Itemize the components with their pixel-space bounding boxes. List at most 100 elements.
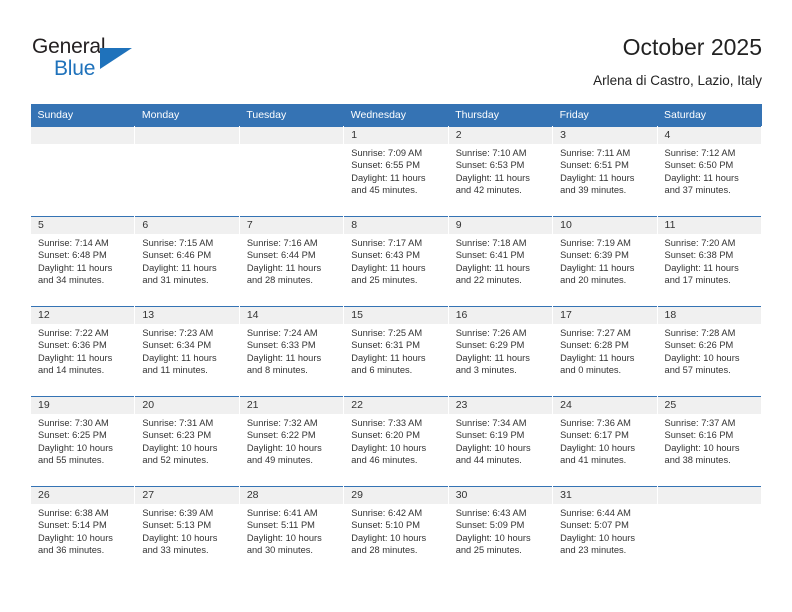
day-detail-daylight1: Daylight: 10 hours xyxy=(142,532,218,543)
calendar-day-cell[interactable]: 29 Sunrise: 6:42 AM Sunset: 5:10 PM Dayligh… xyxy=(343,486,449,577)
day-detail-sunrise: Sunrise: 7:15 AM xyxy=(142,238,214,248)
calendar-day-cell[interactable]: 7 Sunrise: 7:16 AM Sunset: 6:44 PM Daylight… xyxy=(238,216,345,307)
day-details: Sunrise: 7:12 AM Sunset: 6:50 PM Daylight:… xyxy=(658,144,761,197)
calendar-day-cell[interactable]: 5 Sunrise: 7:14 AM Sunset: 6:48 PM Daylight… xyxy=(29,216,136,307)
day-details: Sunrise: 7:20 AM Sunset: 6:38 PM Daylight:… xyxy=(658,234,761,287)
day-number: 2 xyxy=(448,127,553,144)
calendar-day-cell[interactable]: 21 Sunrise: 7:32 AM Sunset: 6:22 PM Dayligh… xyxy=(238,396,345,487)
day-number: 20 xyxy=(135,397,239,414)
day-detail-sunset: Sunset: 6:51 PM xyxy=(560,160,629,171)
calendar-day-cell[interactable]: 30 Sunrise: 6:43 AM Sunset: 5:09 PM Dayligh… xyxy=(447,486,554,577)
calendar-day-cell[interactable]: 19 Sunrise: 7:30 AM Sunset: 6:25 PM Dayligh… xyxy=(29,396,136,487)
calendar-day-cell[interactable]: 8 Sunrise: 7:17 AM Sunset: 6:43 PM Daylight… xyxy=(343,216,449,307)
calendar-day-cell[interactable]: 24 Sunrise: 7:36 AM Sunset: 6:17 PM Dayligh… xyxy=(552,396,658,487)
brand-logo[interactable]: General Blue xyxy=(32,36,212,86)
day-detail-daylight2: and 31 minutes. xyxy=(142,275,209,286)
day-details: Sunrise: 7:37 AM Sunset: 6:16 PM Daylight:… xyxy=(658,414,761,467)
weekday-header-friday: Friday xyxy=(552,104,658,127)
day-detail-daylight2: and 6 minutes. xyxy=(351,365,413,376)
calendar-day-cell[interactable]: 26 Sunrise: 6:38 AM Sunset: 5:14 PM Dayligh… xyxy=(29,486,136,577)
day-number: 15 xyxy=(344,307,448,324)
brand-name-blue: Blue xyxy=(54,57,96,80)
day-number: 25 xyxy=(657,397,761,414)
day-detail-daylight1: Daylight: 10 hours xyxy=(664,442,740,453)
day-detail-daylight1: Daylight: 10 hours xyxy=(560,442,636,453)
day-number: 12 xyxy=(31,307,135,324)
day-detail-sunset: Sunset: 6:39 PM xyxy=(560,250,629,261)
calendar-day-cell[interactable]: 18 Sunrise: 7:28 AM Sunset: 6:26 PM Dayligh… xyxy=(656,306,763,397)
day-detail-sunset: Sunset: 6:55 PM xyxy=(351,160,420,171)
calendar-day-cell[interactable]: 4 Sunrise: 7:12 AM Sunset: 6:50 PM Daylight… xyxy=(656,126,763,217)
day-detail-sunset: Sunset: 6:41 PM xyxy=(455,250,525,261)
calendar-day-cell[interactable]: 22 Sunrise: 7:33 AM Sunset: 6:20 PM Dayligh… xyxy=(343,396,449,487)
calendar-day-cell[interactable]: 11 Sunrise: 7:20 AM Sunset: 6:38 PM Dayligh… xyxy=(656,216,763,307)
day-detail-sunset: Sunset: 5:11 PM xyxy=(246,520,315,531)
day-number: 3 xyxy=(553,127,657,144)
calendar-day-cell[interactable]: 27 Sunrise: 6:39 AM Sunset: 5:13 PM Dayligh… xyxy=(134,486,240,577)
day-detail-daylight2: and 25 minutes. xyxy=(455,545,522,556)
day-detail-sunrise: Sunrise: 7:36 AM xyxy=(560,418,631,428)
day-detail-daylight1: Daylight: 11 hours xyxy=(560,352,635,363)
day-detail-daylight2: and 38 minutes. xyxy=(664,455,731,466)
day-number: 7 xyxy=(239,217,344,234)
day-detail-daylight2: and 33 minutes. xyxy=(142,545,209,556)
day-detail-sunrise: Sunrise: 7:33 AM xyxy=(351,418,423,428)
calendar-day-cell[interactable]: 14 Sunrise: 7:24 AM Sunset: 6:33 PM Dayligh… xyxy=(238,306,345,397)
day-detail-sunrise: Sunrise: 6:44 AM xyxy=(560,508,631,518)
calendar-body: 1 Sunrise: 7:09 AM Sunset: 6:55 PM Daylight… xyxy=(29,126,763,577)
calendar-day-cell[interactable]: 9 Sunrise: 7:18 AM Sunset: 6:41 PM Daylight… xyxy=(447,216,554,307)
weekday-header-saturday: Saturday xyxy=(657,104,762,127)
day-detail-sunrise: Sunrise: 7:12 AM xyxy=(664,148,736,158)
day-number: 10 xyxy=(553,217,657,234)
calendar-day-cell[interactable]: 2 Sunrise: 7:10 AM Sunset: 6:53 PM Daylight… xyxy=(447,126,554,217)
day-detail-daylight2: and 36 minutes. xyxy=(38,545,105,556)
day-number: 23 xyxy=(448,397,553,414)
calendar-day-cell[interactable]: 23 Sunrise: 7:34 AM Sunset: 6:19 PM Dayligh… xyxy=(447,396,554,487)
calendar-day-cell[interactable]: 3 Sunrise: 7:11 AM Sunset: 6:51 PM Daylight… xyxy=(552,126,658,217)
day-detail-sunrise: Sunrise: 7:09 AM xyxy=(351,148,423,158)
page-subtitle: Arlena di Castro, Lazio, Italy xyxy=(593,73,762,88)
calendar-day-cell[interactable]: 15 Sunrise: 7:25 AM Sunset: 6:31 PM Dayligh… xyxy=(343,306,449,397)
weekday-header-thursday: Thursday xyxy=(448,104,553,127)
day-detail-daylight1: Daylight: 11 hours xyxy=(38,262,113,273)
day-detail-sunset: Sunset: 5:13 PM xyxy=(142,520,212,531)
day-number: 13 xyxy=(135,307,239,324)
day-number: 11 xyxy=(657,217,761,234)
calendar-day-cell[interactable]: 28 Sunrise: 6:41 AM Sunset: 5:11 PM Dayligh… xyxy=(238,486,345,577)
day-detail-daylight1: Daylight: 10 hours xyxy=(246,442,322,453)
calendar-day-cell[interactable]: 13 Sunrise: 7:23 AM Sunset: 6:34 PM Dayligh… xyxy=(134,306,240,397)
day-number: 21 xyxy=(239,397,344,414)
day-details: Sunrise: 7:24 AM Sunset: 6:33 PM Daylight:… xyxy=(240,324,343,377)
day-detail-daylight1: Daylight: 11 hours xyxy=(455,262,530,273)
day-detail-sunrise: Sunrise: 7:34 AM xyxy=(455,418,527,428)
calendar-cell-empty xyxy=(238,126,345,217)
day-detail-daylight2: and 34 minutes. xyxy=(38,275,105,286)
day-details: Sunrise: 7:22 AM Sunset: 6:36 PM Daylight:… xyxy=(31,324,134,377)
day-detail-sunrise: Sunrise: 7:37 AM xyxy=(664,418,736,428)
day-detail-daylight1: Daylight: 11 hours xyxy=(560,172,635,183)
day-detail-sunset: Sunset: 6:34 PM xyxy=(142,340,212,351)
calendar-day-cell[interactable]: 17 Sunrise: 7:27 AM Sunset: 6:28 PM Dayligh… xyxy=(552,306,658,397)
day-details: Sunrise: 7:32 AM Sunset: 6:22 PM Daylight:… xyxy=(240,414,343,467)
day-detail-daylight2: and 28 minutes. xyxy=(246,275,313,286)
day-details: Sunrise: 7:15 AM Sunset: 6:46 PM Daylight:… xyxy=(135,234,238,287)
calendar-day-cell[interactable]: 6 Sunrise: 7:15 AM Sunset: 6:46 PM Daylight… xyxy=(134,216,240,307)
day-detail-sunrise: Sunrise: 7:19 AM xyxy=(560,238,631,248)
calendar-day-cell[interactable]: 1 Sunrise: 7:09 AM Sunset: 6:55 PM Daylight… xyxy=(343,126,449,217)
calendar-day-cell[interactable]: 16 Sunrise: 7:26 AM Sunset: 6:29 PM Dayligh… xyxy=(447,306,554,397)
calendar-day-cell[interactable]: 20 Sunrise: 7:31 AM Sunset: 6:23 PM Dayligh… xyxy=(134,396,240,487)
calendar-day-cell[interactable]: 12 Sunrise: 7:22 AM Sunset: 6:36 PM Dayligh… xyxy=(29,306,136,397)
day-details: Sunrise: 6:39 AM Sunset: 5:13 PM Daylight:… xyxy=(135,504,238,557)
calendar-day-cell[interactable]: 10 Sunrise: 7:19 AM Sunset: 6:39 PM Dayligh… xyxy=(552,216,658,307)
calendar-day-cell[interactable]: 31 Sunrise: 6:44 AM Sunset: 5:07 PM Dayligh… xyxy=(552,486,658,577)
day-detail-sunset: Sunset: 6:25 PM xyxy=(38,430,107,441)
day-details: Sunrise: 6:44 AM Sunset: 5:07 PM Daylight:… xyxy=(553,504,656,557)
day-detail-sunset: Sunset: 6:38 PM xyxy=(664,250,734,261)
day-detail-sunrise: Sunrise: 6:43 AM xyxy=(455,508,527,518)
day-details: Sunrise: 7:33 AM Sunset: 6:20 PM Daylight:… xyxy=(344,414,447,467)
day-detail-daylight1: Daylight: 11 hours xyxy=(142,262,217,273)
calendar-day-cell[interactable]: 25 Sunrise: 7:37 AM Sunset: 6:16 PM Dayligh… xyxy=(656,396,763,487)
day-detail-daylight1: Daylight: 11 hours xyxy=(246,262,322,273)
day-details: Sunrise: 7:31 AM Sunset: 6:23 PM Daylight:… xyxy=(135,414,238,467)
day-number: 17 xyxy=(553,307,657,324)
